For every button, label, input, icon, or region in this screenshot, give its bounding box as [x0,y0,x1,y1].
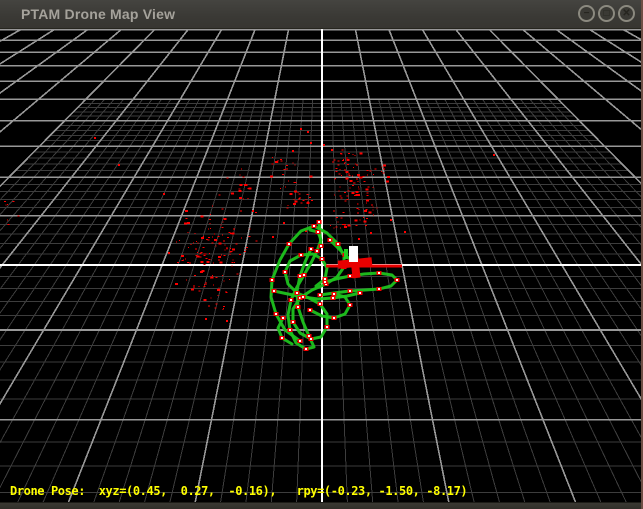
window-bottom-border [0,502,641,509]
map-scene-canvas [0,29,641,502]
window-title: PTAM Drone Map View [21,6,175,22]
grid-minor-lines [0,99,641,502]
window-controls: − □ ✕ [578,5,635,22]
map-3d-viewport[interactable] [0,29,641,502]
drone-pose-status: Drone Pose: xyz=(0.45, 0.27, -0.16), rpy… [10,484,467,498]
title-bar[interactable]: PTAM Drone Map View − □ ✕ [0,0,641,29]
minimize-button[interactable]: − [578,5,595,22]
ptam-map-window: PTAM Drone Map View − □ ✕ Drone Pose: xy… [0,0,643,509]
minimize-icon: − [584,9,590,19]
maximize-icon: □ [603,9,609,19]
close-icon: ✕ [622,9,630,19]
close-button[interactable]: ✕ [618,5,635,22]
maximize-button[interactable]: □ [598,5,615,22]
